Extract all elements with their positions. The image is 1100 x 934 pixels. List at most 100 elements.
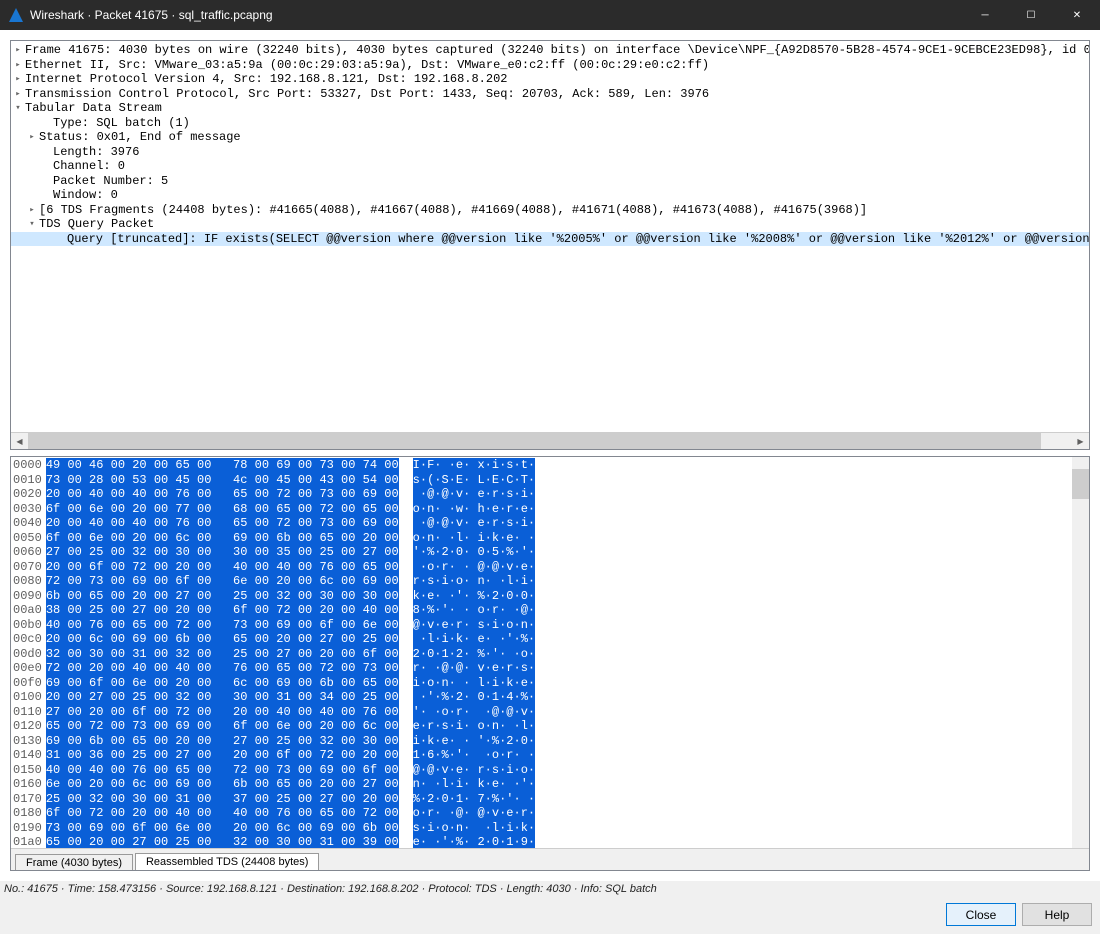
hex-offset: 0120 <box>13 719 46 734</box>
hex-offset: 0190 <box>13 821 46 836</box>
hex-ascii: i·o·n· · l·i·k·e· <box>413 676 535 691</box>
hex-row[interactable]: 004020 00 40 00 40 00 76 00 65 00 72 00 … <box>13 516 1087 531</box>
chevron-right-icon[interactable]: ▸ <box>11 72 25 87</box>
hex-offset: 0070 <box>13 560 46 575</box>
hex-ascii: ·o·r· · @·@·v·e· <box>413 560 535 575</box>
tab-reassembled[interactable]: Reassembled TDS (24408 bytes) <box>135 853 319 871</box>
hex-row[interactable]: 019073 00 69 00 6f 00 6e 00 20 00 6c 00 … <box>13 821 1087 836</box>
hex-row[interactable]: 002020 00 40 00 40 00 76 00 65 00 72 00 … <box>13 487 1087 502</box>
tree-row[interactable]: Channel: 0 <box>11 159 1089 174</box>
hex-row[interactable]: 00306f 00 6e 00 20 00 77 00 68 00 65 00 … <box>13 502 1087 517</box>
hex-row[interactable]: 01a065 00 20 00 27 00 25 00 32 00 30 00 … <box>13 835 1087 848</box>
hex-ascii: 2·0·1·2· %·'· ·o· <box>413 647 535 662</box>
tree-row[interactable]: ▸[6 TDS Fragments (24408 bytes): #41665(… <box>11 203 1089 218</box>
hex-row[interactable]: 01606e 00 20 00 6c 00 69 00 6b 00 65 00 … <box>13 777 1087 792</box>
hex-ascii: s·i·o·n· ·l·i·k· <box>413 821 535 836</box>
dialog-buttons: Close Help <box>0 899 1100 934</box>
chevron-right-icon[interactable]: ▸ <box>11 58 25 73</box>
tree-row[interactable]: ▾Tabular Data Stream <box>11 101 1089 116</box>
hex-row[interactable]: 014031 00 36 00 25 00 27 00 20 00 6f 00 … <box>13 748 1087 763</box>
help-button[interactable]: Help <box>1022 903 1092 926</box>
hex-row[interactable]: 007020 00 6f 00 72 00 20 00 40 00 40 00 … <box>13 560 1087 575</box>
chevron-right-icon[interactable]: ▸ <box>11 43 25 58</box>
tree-row[interactable]: ▸Transmission Control Protocol, Src Port… <box>11 87 1089 102</box>
hex-row[interactable]: 011027 00 20 00 6f 00 72 00 20 00 40 00 … <box>13 705 1087 720</box>
tree-row[interactable]: Packet Number: 5 <box>11 174 1089 189</box>
window-title: Wireshark · Packet 41675 · sql_traffic.p… <box>30 8 962 22</box>
tree-row[interactable]: Query [truncated]: IF exists(SELECT @@ve… <box>11 232 1089 247</box>
hex-row[interactable]: 00c020 00 6c 00 69 00 6b 00 65 00 20 00 … <box>13 632 1087 647</box>
tree-row[interactable]: Type: SQL batch (1) <box>11 116 1089 131</box>
hex-row[interactable]: 012065 00 72 00 73 00 69 00 6f 00 6e 00 … <box>13 719 1087 734</box>
hex-bytes: 6b 00 65 00 20 00 27 00 25 00 32 00 30 0… <box>46 589 399 604</box>
hex-ascii: '· ·o·r· ·@·@·v· <box>413 705 535 720</box>
maximize-button[interactable]: ☐ <box>1008 0 1054 30</box>
chevron-down-icon[interactable]: ▾ <box>25 217 39 232</box>
hex-bytes: 27 00 20 00 6f 00 72 00 20 00 40 00 40 0… <box>46 705 399 720</box>
hex-row[interactable]: 006027 00 25 00 32 00 30 00 30 00 35 00 … <box>13 545 1087 560</box>
hex-offset: 0060 <box>13 545 46 560</box>
close-dialog-button[interactable]: Close <box>946 903 1016 926</box>
hex-ascii: 8·%·'· · o·r· ·@· <box>413 603 535 618</box>
hex-row[interactable]: 017025 00 32 00 30 00 31 00 37 00 25 00 … <box>13 792 1087 807</box>
chevron-right-icon[interactable]: ▸ <box>25 130 39 145</box>
tree-text: Status: 0x01, End of message <box>39 130 1089 145</box>
hex-offset: 0040 <box>13 516 46 531</box>
hex-ascii: @·v·e·r· s·i·o·n· <box>413 618 535 633</box>
hex-ascii: k·e· ·'· %·2·0·0· <box>413 589 535 604</box>
hex-offset: 00c0 <box>13 632 46 647</box>
hex-row[interactable]: 008072 00 73 00 69 00 6f 00 6e 00 20 00 … <box>13 574 1087 589</box>
tree-row[interactable]: ▸Internet Protocol Version 4, Src: 192.1… <box>11 72 1089 87</box>
hex-offset: 0050 <box>13 531 46 546</box>
tree-row[interactable]: ▸Status: 0x01, End of message <box>11 130 1089 145</box>
hex-row[interactable]: 01806f 00 72 00 20 00 40 00 40 00 76 00 … <box>13 806 1087 821</box>
hex-offset: 0140 <box>13 748 46 763</box>
hex-row[interactable]: 000049 00 46 00 20 00 65 00 78 00 69 00 … <box>13 458 1087 473</box>
scroll-right-icon[interactable]: ▶ <box>1072 433 1089 450</box>
tree-row[interactable]: ▾TDS Query Packet <box>11 217 1089 232</box>
hex-ascii: '·%·2·0· 0·5·%·'· <box>413 545 535 560</box>
hex-row[interactable]: 013069 00 6b 00 65 00 20 00 27 00 25 00 … <box>13 734 1087 749</box>
chevron-right-icon[interactable]: ▸ <box>11 87 25 102</box>
hex-offset: 0090 <box>13 589 46 604</box>
hex-row[interactable]: 001073 00 28 00 53 00 45 00 4c 00 45 00 … <box>13 473 1087 488</box>
hscrollbar[interactable]: ◀ ▶ <box>11 432 1089 449</box>
hex-offset: 00f0 <box>13 676 46 691</box>
hex-row[interactable]: 00f069 00 6f 00 6e 00 20 00 6c 00 69 00 … <box>13 676 1087 691</box>
tree-row[interactable]: Length: 3976 <box>11 145 1089 160</box>
hex-row[interactable]: 00906b 00 65 00 20 00 27 00 25 00 32 00 … <box>13 589 1087 604</box>
hex-row[interactable]: 00d032 00 30 00 31 00 32 00 25 00 27 00 … <box>13 647 1087 662</box>
hex-ascii: o·n· ·l· i·k·e· · <box>413 531 535 546</box>
chevron-down-icon[interactable]: ▾ <box>11 101 25 116</box>
tree-row[interactable]: Window: 0 <box>11 188 1089 203</box>
hex-ascii: I·F· ·e· x·i·s·t· <box>413 458 535 473</box>
vscrollbar[interactable] <box>1072 457 1089 848</box>
hex-ascii: 1·6·%·'· ·o·r· · <box>413 748 535 763</box>
hex-offset: 0160 <box>13 777 46 792</box>
chevron-right-icon[interactable]: ▸ <box>25 203 39 218</box>
hex-row[interactable]: 015040 00 40 00 76 00 65 00 72 00 73 00 … <box>13 763 1087 778</box>
hex-bytes: 6e 00 20 00 6c 00 69 00 6b 00 65 00 20 0… <box>46 777 399 792</box>
close-button[interactable]: ✕ <box>1054 0 1100 30</box>
packet-bytes-pane[interactable]: 000049 00 46 00 20 00 65 00 78 00 69 00 … <box>10 456 1090 871</box>
tree-text: Length: 3976 <box>53 145 1089 160</box>
tree-row[interactable]: ▸Ethernet II, Src: VMware_03:a5:9a (00:0… <box>11 58 1089 73</box>
hex-ascii: s·(·S·E· L·E·C·T· <box>413 473 535 488</box>
hex-offset: 0030 <box>13 502 46 517</box>
hex-row[interactable]: 00506f 00 6e 00 20 00 6c 00 69 00 6b 00 … <box>13 531 1087 546</box>
tab-frame[interactable]: Frame (4030 bytes) <box>15 854 133 871</box>
hex-row[interactable]: 010020 00 27 00 25 00 32 00 30 00 31 00 … <box>13 690 1087 705</box>
minimize-button[interactable]: ─ <box>962 0 1008 30</box>
hscroll-thumb[interactable] <box>28 433 1041 450</box>
hex-row[interactable]: 00a038 00 25 00 27 00 20 00 6f 00 72 00 … <box>13 603 1087 618</box>
hex-offset: 0130 <box>13 734 46 749</box>
hex-offset: 0100 <box>13 690 46 705</box>
hex-row[interactable]: 00e072 00 20 00 40 00 40 00 76 00 65 00 … <box>13 661 1087 676</box>
hex-row[interactable]: 00b040 00 76 00 65 00 72 00 73 00 69 00 … <box>13 618 1087 633</box>
tree-row[interactable]: ▸Frame 41675: 4030 bytes on wire (32240 … <box>11 43 1089 58</box>
vscroll-thumb[interactable] <box>1072 469 1089 499</box>
tree-text: Internet Protocol Version 4, Src: 192.16… <box>25 72 1089 87</box>
scroll-left-icon[interactable]: ◀ <box>11 433 28 450</box>
packet-details-pane[interactable]: ▸Frame 41675: 4030 bytes on wire (32240 … <box>10 40 1090 450</box>
hex-ascii: @·@·v·e· r·s·i·o· <box>413 763 535 778</box>
